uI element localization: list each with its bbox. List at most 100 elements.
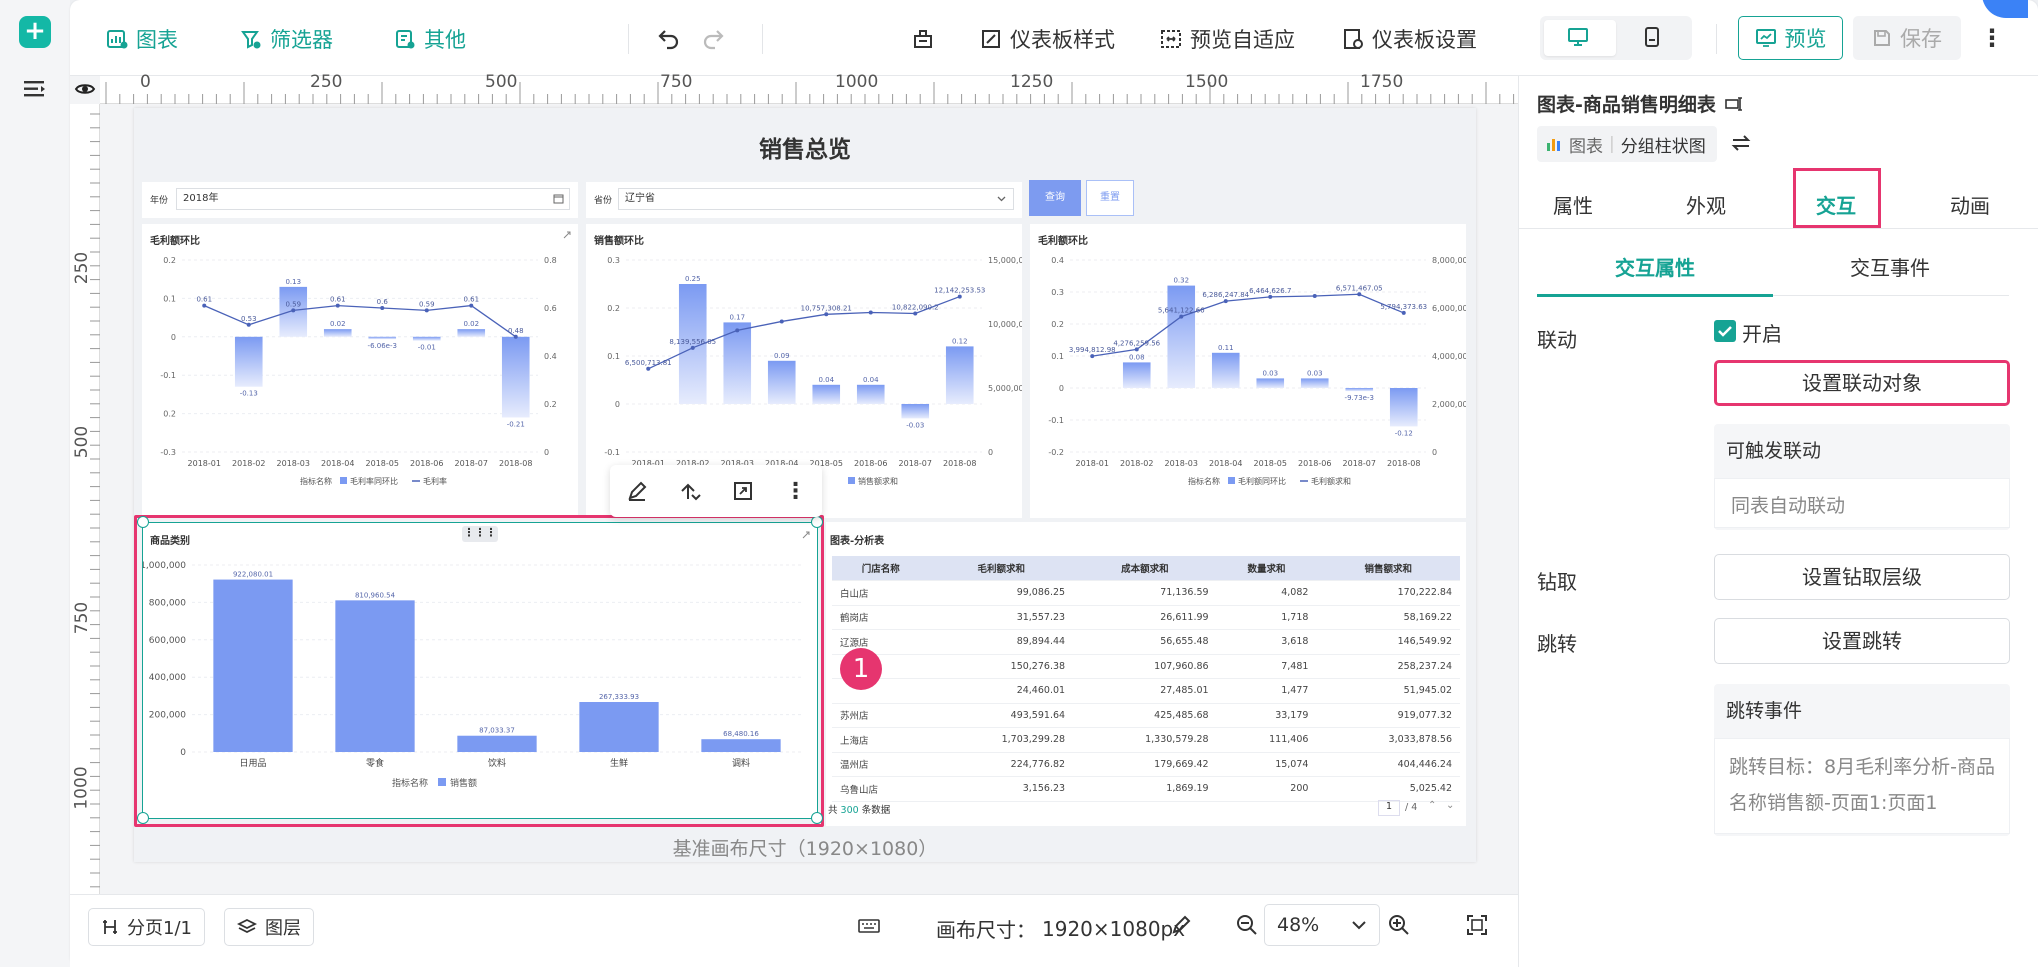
bar [767, 360, 796, 404]
y-tick-label: 0 [171, 333, 176, 342]
x-tick-label: 2018-07 [899, 459, 932, 468]
reset-button[interactable]: 重置 [1086, 180, 1134, 216]
insert-other-button[interactable]: 其他 [394, 22, 466, 56]
set-linkage-button[interactable]: 设置联动对象 [1714, 360, 2010, 406]
selection-frame [142, 522, 818, 819]
fit-screen-icon[interactable] [1466, 914, 1488, 936]
bar-data-label: -0.21 [507, 420, 525, 428]
outline-menu-icon[interactable] [22, 78, 48, 100]
table-row[interactable]: 辽源店 89,894.44 56,655.48 3,618 146,549.92 [832, 629, 1460, 655]
preview-button[interactable]: 预览 [1738, 16, 1843, 60]
tab-properties[interactable]: 属性 [1553, 190, 1593, 219]
mobile-icon[interactable] [1643, 26, 1661, 48]
gross-amount-chart: 0.4 0.3 0.2 0.1 0 -0.1 -0.2 8,000,000 6,000,000 4… [1048, 256, 1466, 486]
table-row[interactable]: 24,460.01 27,485.01 1,477 51,945.02 [832, 678, 1460, 704]
table-header-cell[interactable]: 门店名称 [832, 556, 930, 581]
subtab-interaction-events[interactable]: 交互事件 [1850, 252, 1930, 281]
redo-icon[interactable] [700, 26, 726, 52]
bar-data-label: -0.03 [906, 421, 924, 429]
y-tick-label: -0.1 [1048, 416, 1064, 425]
eye-icon[interactable] [74, 78, 96, 100]
dashboard-style-button[interactable]: 仪表板样式 [980, 22, 1115, 56]
desktop-icon [1568, 28, 1588, 46]
table-cell: 鹤岗店 [832, 605, 930, 630]
insert-chart-button[interactable]: 图表 [106, 22, 178, 56]
y-tick-label: -0.1 [160, 371, 176, 380]
year-select-value: 2018年 [183, 193, 219, 204]
tab-interaction[interactable]: 交互 [1816, 190, 1856, 219]
fullscreen-icon[interactable] [732, 480, 754, 502]
tab-animation[interactable]: 动画 [1950, 190, 1990, 219]
jump-target[interactable]: 跳转目标：8月毛利率分析-商品名称销售额-页面1:页面1 [1714, 738, 2010, 834]
table-cell: 3,618 [1216, 629, 1317, 655]
more-vertical-icon[interactable]: ⋮ [785, 479, 807, 504]
insert-filter-button[interactable]: 筛选器 [240, 22, 333, 56]
legend-label: 毛利额同环比 [1238, 476, 1286, 486]
dashboard-settings-button[interactable]: 仪表板设置 [1342, 22, 1477, 56]
zoom-in-icon[interactable] [1388, 914, 1410, 936]
set-jump-button[interactable]: 设置跳转 [1714, 618, 2010, 664]
swap-icon[interactable] [1730, 132, 1752, 154]
layers-button[interactable]: 图层 [224, 908, 314, 946]
table-header-cell[interactable]: 成本额求和 [1073, 556, 1217, 581]
resize-handle[interactable] [137, 516, 149, 528]
ruler-label: 0 [140, 72, 151, 92]
province-select[interactable]: 辽宁省 [618, 188, 1014, 210]
bar-data-label: 0.04 [818, 376, 834, 384]
table-cell: 170,222.84 [1316, 580, 1460, 606]
table-row[interactable]: 乌鲁山店 3,156.23 1,869.19 200 5,025.42 [832, 776, 1460, 802]
y2-tick-label: 0 [988, 448, 993, 457]
x-tick-label: 2018-04 [1209, 459, 1242, 468]
line-data-label: 0.6 [377, 298, 389, 306]
page-down-icon[interactable]: ⌄ [1446, 800, 1454, 811]
more-menu-icon[interactable]: ⋮ [1980, 24, 2004, 54]
x-tick-label: 2018-01 [1076, 459, 1109, 468]
zoom-select[interactable]: 48% [1264, 904, 1380, 946]
table-row[interactable]: 苏州店 493,591.64 425,485.68 33,179 919,077.32 [832, 703, 1460, 728]
preview-adaptive-button[interactable]: 预览自适应 [1160, 22, 1295, 56]
table-header-cell[interactable]: 毛利额求和 [929, 556, 1074, 581]
resize-handle[interactable] [811, 516, 823, 528]
table-row[interactable]: 150,276.38 107,960.86 7,481 258,237.24 [832, 654, 1460, 679]
left-rail [0, 0, 70, 967]
line-point [291, 308, 296, 313]
resize-handle[interactable] [811, 812, 823, 824]
subtab-interaction-properties[interactable]: 交互属性 [1615, 252, 1695, 281]
bar-data-label: 0.12 [952, 337, 968, 345]
line-data-label: 10,757,308.21 [801, 304, 852, 312]
table-cell: 27,485.01 [1073, 678, 1217, 704]
zoom-out-icon[interactable] [1236, 914, 1258, 936]
table-cell: 31,557.23 [929, 605, 1074, 630]
table-row[interactable]: 白山店 99,086.25 71,136.59 4,082 170,222.84 [832, 580, 1460, 606]
table-header-cell[interactable]: 数量求和 [1216, 556, 1317, 581]
table-row[interactable]: 上海店 1,703,299.28 1,330,579.28 111,406 3,033,… [832, 727, 1460, 753]
check-icon [1718, 326, 1732, 337]
table-cell: 1,330,579.28 [1073, 727, 1217, 753]
y2-tick-label: 0.8 [544, 256, 557, 265]
triggerable-value[interactable]: 同表自动联动 [1714, 478, 2010, 528]
pagination-button[interactable]: 分页1/1 [88, 908, 205, 946]
linkage-checkbox[interactable] [1714, 320, 1736, 342]
year-select[interactable]: 2018年 [176, 188, 570, 210]
save-button[interactable]: 保存 [1853, 16, 1961, 60]
switch-chart-icon[interactable] [679, 480, 701, 502]
table-row[interactable]: 温州店 224,776.82 179,669.42 15,074 404,446.24 [832, 752, 1460, 777]
bar-data-label: 0.04 [863, 376, 879, 384]
tab-appearance[interactable]: 外观 [1686, 190, 1726, 219]
page-up-icon[interactable]: ⌃ [1428, 800, 1436, 811]
rename-icon[interactable] [1724, 96, 1744, 112]
page-input[interactable]: 1 [1378, 800, 1400, 816]
undo-icon[interactable] [656, 26, 682, 52]
query-button[interactable]: 查询 [1029, 180, 1081, 216]
edit-size-icon[interactable] [1170, 914, 1192, 936]
line-data-label: 8,139,556.05 [669, 338, 716, 346]
resize-handle[interactable] [137, 812, 149, 824]
keyboard-icon[interactable] [858, 918, 880, 934]
y2-tick-label: 10,000,000 [988, 320, 1022, 329]
table-header-cell[interactable]: 销售额求和 [1316, 556, 1460, 581]
table-row[interactable]: 鹤岗店 31,557.23 26,611.99 1,718 58,169.22 [832, 605, 1460, 630]
clean-icon[interactable] [910, 26, 936, 52]
edit-icon[interactable] [626, 480, 648, 502]
set-drill-button[interactable]: 设置钻取层级 [1714, 554, 2010, 600]
add-icon[interactable]: + [19, 16, 51, 48]
